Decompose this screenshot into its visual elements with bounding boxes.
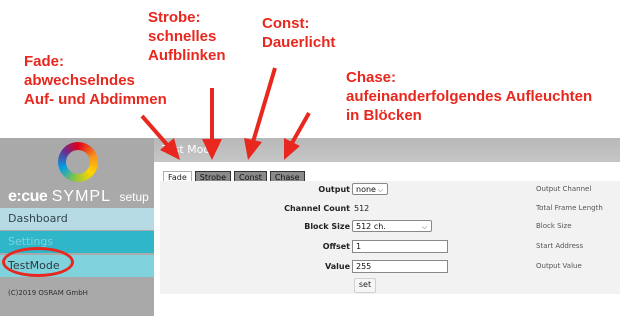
set-button[interactable]: set: [354, 278, 376, 293]
chase-annotation: Chase: aufeinanderfolgendes Aufleuchten …: [346, 69, 593, 124]
channel-count-value: 512: [354, 204, 370, 213]
test-mode-form: Output none ⌵ Output Channel Channel Coun…: [160, 181, 620, 294]
output-select[interactable]: none ⌵: [352, 183, 388, 195]
chevron-down-icon: ⌵: [421, 223, 427, 231]
brand-logo: e:cue SYMPL setup: [8, 188, 149, 205]
block-size-label: Block Size: [304, 222, 350, 231]
const-arrow: [251, 67, 277, 143]
copyright-text: (C)2019 OSRAM GmbH: [8, 289, 88, 297]
block-size-select[interactable]: 512 ch. ⌵: [352, 220, 432, 232]
value-row: Value 255 Output Value: [160, 259, 620, 276]
offset-label: Offset: [322, 242, 350, 251]
offset-description: Start Address: [536, 242, 584, 250]
sidebar-item-dashboard[interactable]: Dashboard: [0, 208, 154, 230]
value-label: Value: [324, 262, 350, 271]
page-title: Test Mode: [162, 143, 218, 156]
block-size-row: Block Size 512 ch. ⌵ Block Size: [160, 219, 620, 236]
page-header: Test Mode: [154, 138, 620, 162]
fade-annotation: Fade: abwechselndes Auf- und Abdimmen: [24, 53, 167, 108]
output-description: Output Channel: [536, 185, 592, 193]
value-description: Output Value: [536, 262, 582, 270]
output-label: Output: [318, 185, 350, 194]
offset-row: Offset 1 Start Address: [160, 239, 620, 256]
channel-count-label: Channel Count: [284, 204, 350, 213]
chevron-down-icon: ⌵: [377, 186, 383, 194]
const-annotation: Const: Dauerlicht: [262, 15, 336, 51]
channel-count-row: Channel Count 512 Total Frame Length: [160, 201, 620, 218]
output-row: Output none ⌵ Output Channel: [160, 182, 620, 199]
offset-input[interactable]: 1: [352, 240, 448, 253]
value-input[interactable]: 255: [352, 260, 448, 273]
highlight-circle: [2, 247, 74, 277]
block-size-description: Block Size: [536, 222, 572, 230]
channel-count-description: Total Frame Length: [536, 204, 603, 212]
